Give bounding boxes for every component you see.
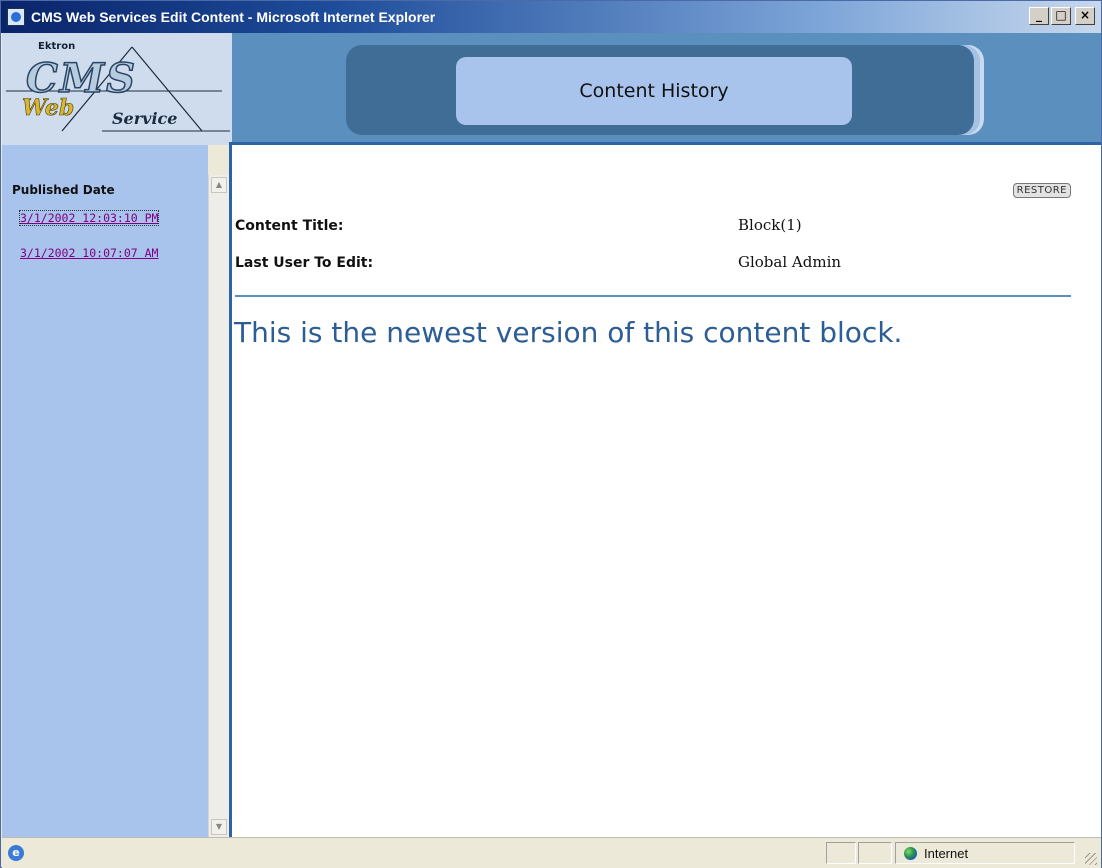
page-title: Content History [579, 80, 729, 102]
ie-page-icon [7, 8, 25, 26]
status-pane-2 [858, 842, 892, 864]
status-bar: e Internet [2, 837, 1101, 868]
zone-label: Internet [924, 846, 969, 861]
history-link-2[interactable]: 3/1/2002 10:07:07 AM [20, 246, 158, 260]
title-bar[interactable]: CMS Web Services Edit Content - Microsof… [1, 1, 1101, 33]
restore-button[interactable]: RESTORE [1012, 183, 1071, 198]
last-user-label: Last User To Edit: [235, 255, 374, 271]
sidebar-heading: Published Date [12, 183, 115, 197]
globe-icon [904, 847, 917, 860]
last-user-value: Global Admin [738, 253, 842, 271]
header-title-box: Content History [456, 57, 852, 125]
window-title: CMS Web Services Edit Content - Microsof… [31, 9, 436, 25]
version-notice: This is the newest version of this conte… [234, 316, 903, 349]
logo-vendor: Ektron [38, 41, 76, 52]
minimize-button[interactable]: _ [1029, 7, 1049, 25]
maximize-button[interactable]: □ [1051, 7, 1071, 25]
security-zone: Internet [895, 842, 1075, 864]
history-link-1[interactable]: 3/1/2002 12:03:10 PM [18, 210, 160, 226]
window-controls: _ □ × [1029, 7, 1095, 25]
scroll-up-icon[interactable]: ▲ [211, 177, 227, 193]
logo: Ektron CMS Web Service [2, 33, 232, 145]
sidebar-scrollbar[interactable]: ▲ ▼ [208, 175, 230, 837]
close-button[interactable]: × [1075, 7, 1095, 25]
logo-service: Service [112, 109, 178, 128]
ie-status-icon: e [8, 845, 24, 861]
resize-grip-icon[interactable] [1085, 853, 1097, 865]
content-title-label: Content Title: [235, 218, 344, 234]
content-pane: RESTORE Content Title: Block(1) Last Use… [229, 142, 1101, 837]
content-title-value: Block(1) [738, 216, 802, 234]
scroll-down-icon[interactable]: ▼ [211, 819, 227, 835]
divider [235, 295, 1071, 297]
status-pane-1 [826, 842, 856, 864]
browser-window: CMS Web Services Edit Content - Microsof… [0, 0, 1102, 868]
history-sidebar: Published Date 3/1/2002 12:03:10 PM 3/1/… [2, 145, 208, 837]
logo-web: Web [22, 95, 75, 122]
